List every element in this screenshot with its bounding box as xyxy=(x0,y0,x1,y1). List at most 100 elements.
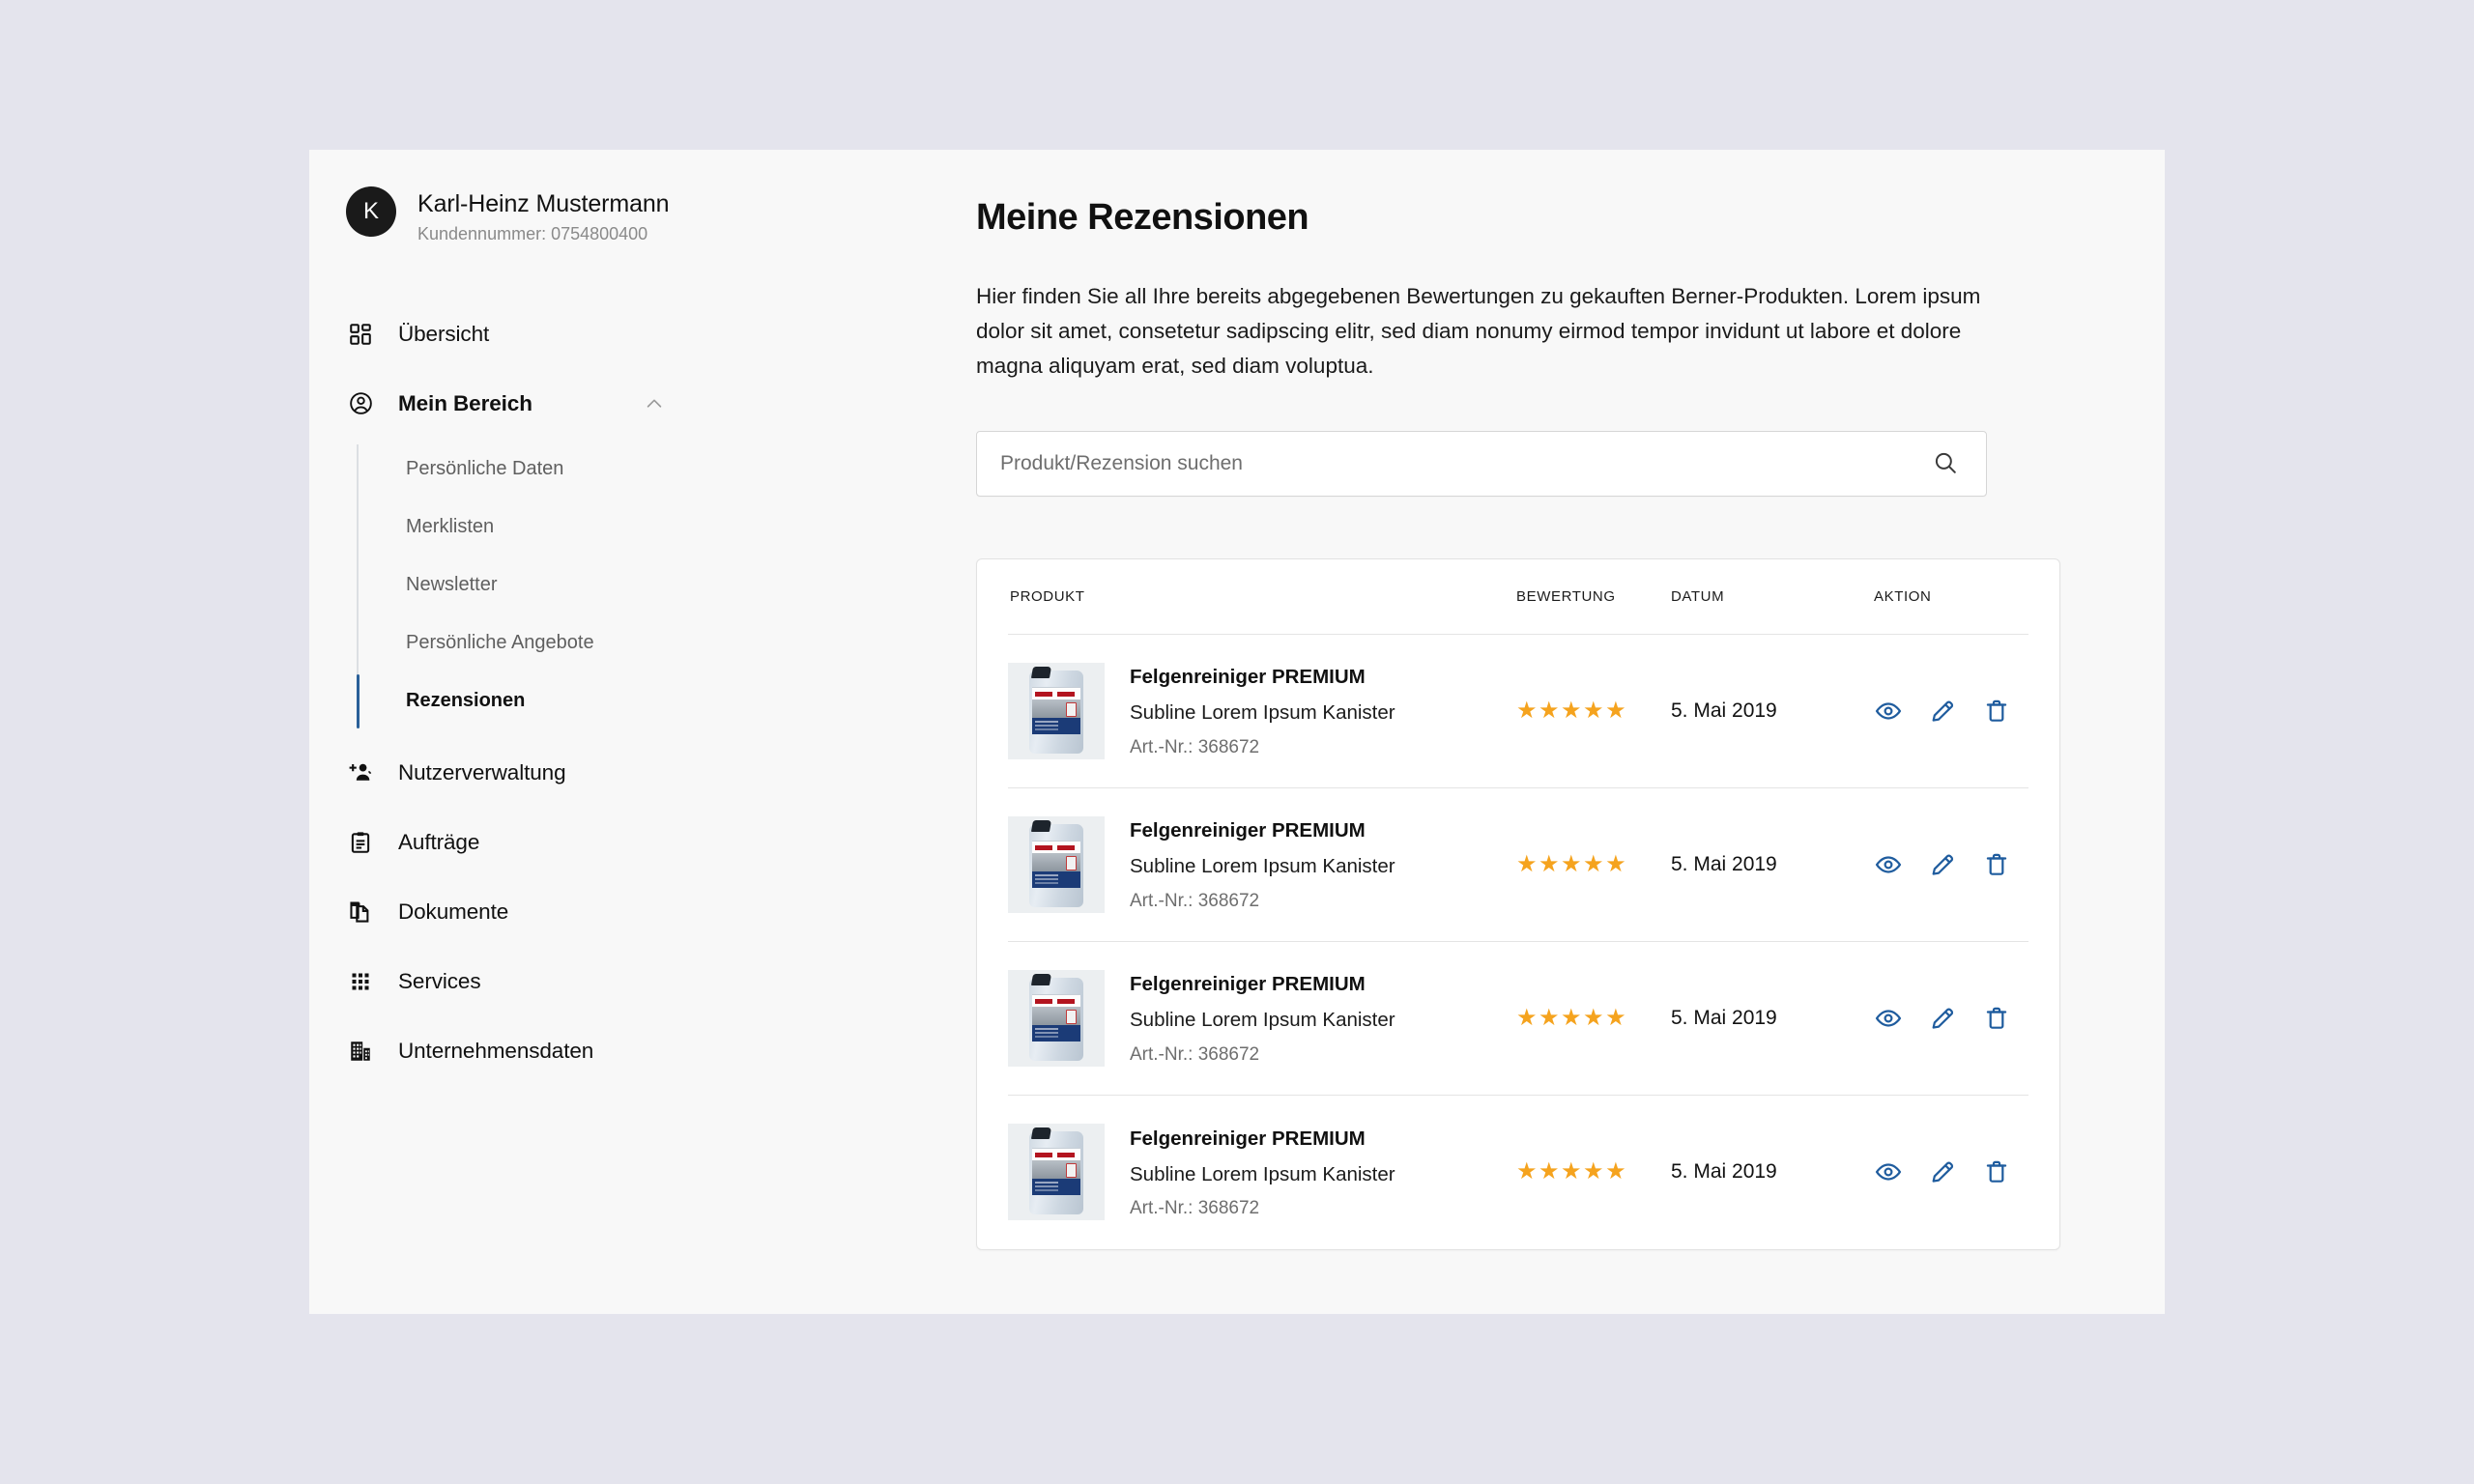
sidebar-item-label: Unternehmensdaten xyxy=(398,1038,594,1063)
rating-stars: ★★★★★ xyxy=(1516,1158,1628,1185)
clipboard-icon xyxy=(346,828,375,857)
avatar: K xyxy=(346,186,396,237)
table-row: Felgenreiniger PREMIUM Subline Lorem Ips… xyxy=(1008,1096,2028,1249)
table-row: Felgenreiniger PREMIUM Subline Lorem Ips… xyxy=(1008,788,2028,942)
view-icon[interactable] xyxy=(1874,1157,1903,1186)
column-header-produkt: PRODUKT xyxy=(1010,587,1085,605)
delete-trash-icon[interactable] xyxy=(1982,1157,2011,1186)
sidebar-item-label: Nutzerverwaltung xyxy=(398,759,566,785)
building-icon xyxy=(346,1037,375,1066)
product-cell: Felgenreiniger PREMIUM Subline Lorem Ips… xyxy=(1008,1124,1516,1221)
edit-pencil-icon[interactable] xyxy=(1928,1157,1957,1186)
reviews-table: PRODUKT BEWERTUNG DATUM AKTION Felgenrei… xyxy=(976,557,2060,1250)
sidebar-item-label: Services xyxy=(398,968,481,993)
sidebar-subitem-newsletter[interactable]: Newsletter xyxy=(406,556,976,614)
customer-number: Kundennummer: 0754800400 xyxy=(417,224,648,243)
product-subline: Subline Lorem Ipsum Kanister xyxy=(1130,1162,1395,1185)
sidebar-subnav: Persönliche Daten Merklisten Newsletter … xyxy=(346,441,976,730)
delete-trash-icon[interactable] xyxy=(1982,697,2011,726)
edit-pencil-icon[interactable] xyxy=(1928,850,1957,879)
main-content: Meine Rezensionen Hier finden Sie all Ih… xyxy=(976,150,2165,1314)
review-date: 5. Mai 2019 xyxy=(1671,699,1777,722)
person-add-icon xyxy=(346,758,375,787)
row-actions xyxy=(1874,850,2028,879)
view-icon[interactable] xyxy=(1874,697,1903,726)
account-circle-icon xyxy=(346,389,375,418)
page-title: Meine Rezensionen xyxy=(976,197,1309,238)
page-root: K Karl-Heinz Mustermann Kundennummer: 07… xyxy=(0,0,2474,1484)
sidebar-item-unternehmensdaten[interactable]: Unternehmensdaten xyxy=(346,1016,976,1086)
product-name: Felgenreiniger PREMIUM xyxy=(1130,666,1366,689)
column-header-aktion: AKTION xyxy=(1874,587,1932,605)
app-panel: K Karl-Heinz Mustermann Kundennummer: 07… xyxy=(309,150,2165,1314)
sidebar-subitem-rezensionen[interactable]: Rezensionen xyxy=(357,672,976,730)
sidebar-item-nutzerverwaltung[interactable]: Nutzerverwaltung xyxy=(346,738,976,808)
sidebar-subitem-label: Merklisten xyxy=(406,516,495,538)
product-article-number: Art.-Nr.: 368672 xyxy=(1130,1043,1260,1065)
product-thumbnail xyxy=(1008,815,1105,913)
view-icon[interactable] xyxy=(1874,850,1903,879)
sidebar-item-dokumente[interactable]: Dokumente xyxy=(346,877,976,947)
delete-trash-icon[interactable] xyxy=(1982,850,2011,879)
sidebar-item-label: Dokumente xyxy=(398,899,509,924)
product-cell: Felgenreiniger PREMIUM Subline Lorem Ips… xyxy=(1008,815,1516,913)
product-name: Felgenreiniger PREMIUM xyxy=(1130,819,1366,842)
sidebar-item-mein-bereich[interactable]: Mein Bereich xyxy=(346,369,976,439)
table-row: Felgenreiniger PREMIUM Subline Lorem Ips… xyxy=(1008,635,2028,788)
column-header-bewertung: BEWERTUNG xyxy=(1516,587,1616,605)
product-thumbnail xyxy=(1008,662,1105,759)
table-row: Felgenreiniger PREMIUM Subline Lorem Ips… xyxy=(1008,942,2028,1096)
user-profile-block: K Karl-Heinz Mustermann Kundennummer: 07… xyxy=(344,186,976,245)
sidebar-subitem-label: Rezensionen xyxy=(406,690,526,712)
search-bar[interactable] xyxy=(976,430,1987,497)
active-indicator xyxy=(357,673,360,728)
documents-copy-icon xyxy=(346,898,375,927)
product-article-number: Art.-Nr.: 368672 xyxy=(1130,736,1260,757)
sidebar-item-auftraege[interactable]: Aufträge xyxy=(346,808,976,877)
sidebar-subitem-label: Persönliche Angebote xyxy=(406,632,594,654)
product-cell: Felgenreiniger PREMIUM Subline Lorem Ips… xyxy=(1008,969,1516,1067)
sidebar-subitem-persoenliche-daten[interactable]: Persönliche Daten xyxy=(406,441,976,499)
row-actions xyxy=(1874,697,2028,726)
user-name: Karl-Heinz Mustermann xyxy=(417,190,670,217)
sidebar-subitem-persoenliche-angebote[interactable]: Persönliche Angebote xyxy=(406,614,976,672)
sidebar-item-label: Mein Bereich xyxy=(398,390,532,415)
sidebar-nav: Übersicht Mein Bereich Persönliche Daten… xyxy=(344,300,976,1086)
edit-pencil-icon[interactable] xyxy=(1928,1004,1957,1033)
sidebar-item-services[interactable]: Services xyxy=(346,947,976,1016)
table-header-row: PRODUKT BEWERTUNG DATUM AKTION xyxy=(1008,559,2028,635)
rating-stars: ★★★★★ xyxy=(1516,697,1628,724)
sidebar-item-label: Übersicht xyxy=(398,321,490,346)
search-input[interactable] xyxy=(1000,451,1932,475)
review-date: 5. Mai 2019 xyxy=(1671,1160,1777,1184)
product-thumbnail xyxy=(1008,969,1105,1067)
edit-pencil-icon[interactable] xyxy=(1928,697,1957,726)
sidebar-subitem-merklisten[interactable]: Merklisten xyxy=(406,499,976,556)
sidebar-item-label: Aufträge xyxy=(398,829,480,854)
row-actions xyxy=(1874,1157,2028,1186)
rating-stars: ★★★★★ xyxy=(1516,1004,1628,1031)
sidebar: K Karl-Heinz Mustermann Kundennummer: 07… xyxy=(309,150,976,1314)
product-article-number: Art.-Nr.: 368672 xyxy=(1130,1198,1260,1219)
sidebar-subitem-label: Newsletter xyxy=(406,574,498,596)
dashboard-grid-icon xyxy=(346,320,375,349)
column-header-datum: DATUM xyxy=(1671,587,1725,605)
sidebar-item-uebersicht[interactable]: Übersicht xyxy=(346,300,976,369)
review-date: 5. Mai 2019 xyxy=(1671,852,1777,875)
view-icon[interactable] xyxy=(1874,1004,1903,1033)
product-article-number: Art.-Nr.: 368672 xyxy=(1130,890,1260,911)
product-subline: Subline Lorem Ipsum Kanister xyxy=(1130,701,1395,725)
product-subline: Subline Lorem Ipsum Kanister xyxy=(1130,1009,1395,1032)
search-icon[interactable] xyxy=(1932,449,1961,478)
delete-trash-icon[interactable] xyxy=(1982,1004,2011,1033)
rating-stars: ★★★★★ xyxy=(1516,850,1628,877)
row-actions xyxy=(1874,1004,2028,1033)
product-thumbnail xyxy=(1008,1124,1105,1221)
product-subline: Subline Lorem Ipsum Kanister xyxy=(1130,855,1395,878)
chevron-up-icon[interactable] xyxy=(644,393,665,414)
product-cell: Felgenreiniger PREMIUM Subline Lorem Ips… xyxy=(1008,662,1516,759)
product-name: Felgenreiniger PREMIUM xyxy=(1130,973,1366,996)
grid-dots-icon xyxy=(346,967,375,996)
product-name: Felgenreiniger PREMIUM xyxy=(1130,1127,1366,1150)
review-date: 5. Mai 2019 xyxy=(1671,1006,1777,1029)
